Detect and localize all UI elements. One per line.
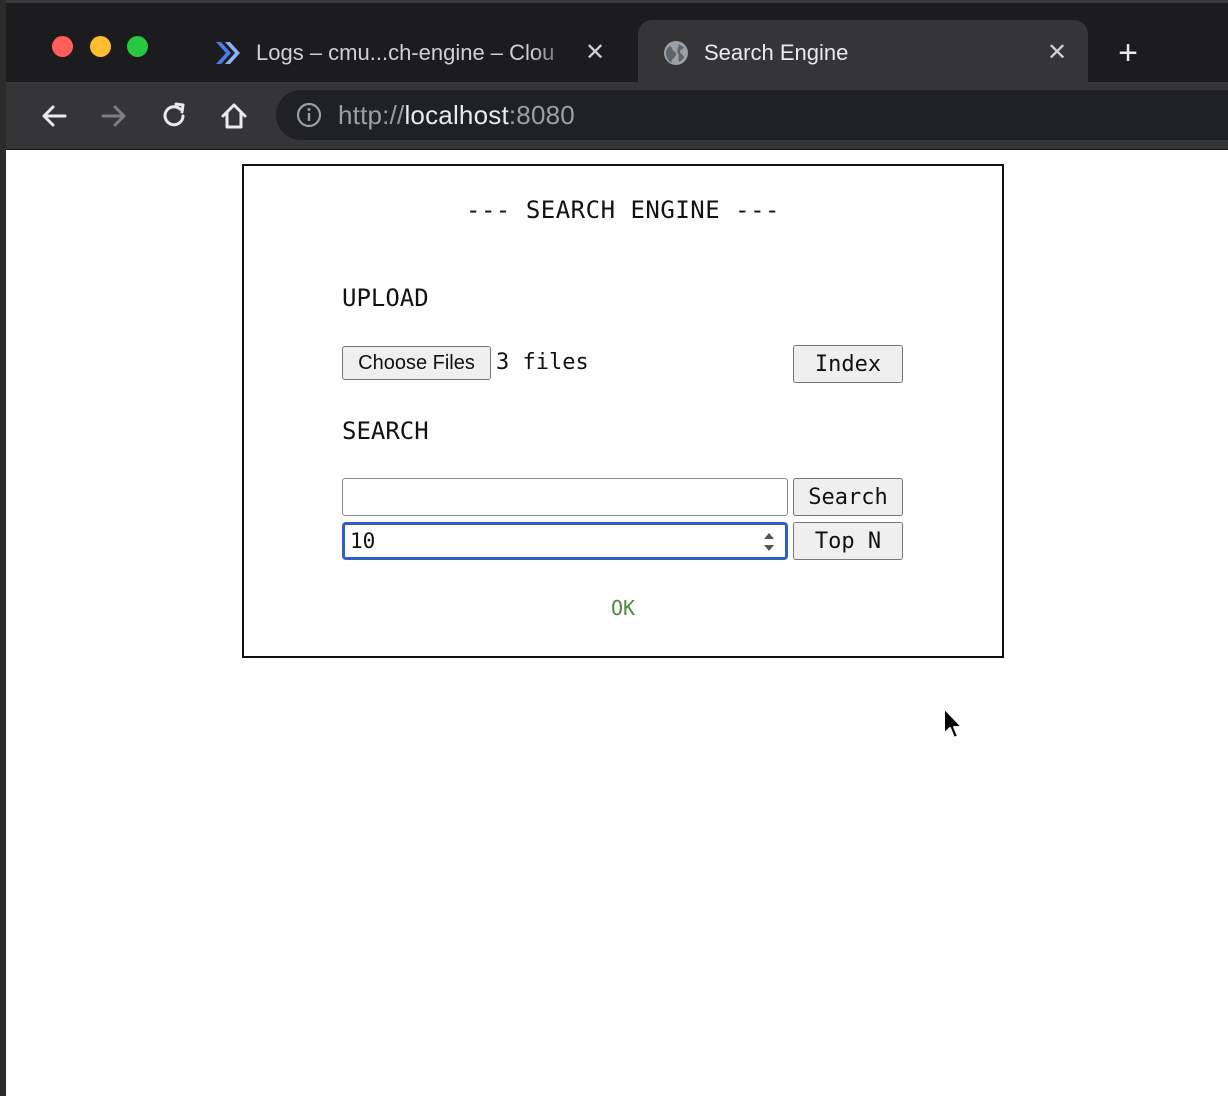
topn-value: 10 — [350, 529, 376, 553]
forward-icon[interactable] — [94, 96, 134, 136]
home-icon[interactable] — [214, 96, 254, 136]
tab-logs[interactable]: Logs – cmu...ch-engine – Clou ✕ — [196, 20, 626, 85]
tab-search-engine[interactable]: Search Engine ✕ — [638, 20, 1088, 85]
address-bar[interactable]: http://localhost:8080 — [276, 90, 1228, 140]
new-tab-button[interactable]: + — [1106, 33, 1150, 73]
topn-input[interactable]: 10 — [342, 522, 788, 560]
url-text[interactable]: http://localhost:8080 — [338, 100, 575, 131]
close-tab-icon[interactable]: ✕ — [1042, 38, 1072, 68]
minimize-window-button[interactable] — [90, 36, 111, 57]
close-window-button[interactable] — [52, 36, 73, 57]
mouse-cursor-icon — [942, 706, 966, 742]
page-viewport: --- SEARCH ENGINE --- UPLOAD Choose File… — [12, 150, 1228, 1096]
info-icon[interactable] — [294, 100, 324, 130]
upload-heading: UPLOAD — [342, 284, 429, 312]
reload-icon[interactable] — [154, 96, 194, 136]
tab-title: Logs – cmu...ch-engine – Clou — [256, 39, 555, 65]
page-title: --- SEARCH ENGINE --- — [466, 196, 780, 224]
maximize-window-button[interactable] — [127, 36, 148, 57]
search-engine-panel: --- SEARCH ENGINE --- UPLOAD Choose File… — [242, 164, 1004, 658]
tab-strip: Logs – cmu...ch-engine – Clou ✕ Search E… — [6, 0, 1228, 85]
back-icon[interactable] — [34, 96, 74, 136]
status-text: OK — [610, 596, 636, 620]
tab-title: Search Engine — [704, 39, 849, 65]
choose-files-button[interactable]: Choose Files — [342, 346, 491, 380]
search-heading: SEARCH — [342, 417, 429, 445]
cloud-run-icon — [212, 37, 244, 69]
url-host: localhost — [404, 99, 509, 130]
url-port: :8080 — [508, 99, 575, 130]
globe-icon — [660, 37, 692, 69]
browser-window: Logs – cmu...ch-engine – Clou ✕ Search E… — [0, 0, 1228, 1096]
spinner-arrows-icon[interactable] — [761, 529, 777, 555]
browser-toolbar: http://localhost:8080 — [6, 82, 1228, 150]
search-input[interactable] — [342, 478, 788, 516]
file-count-text: 3 files — [496, 350, 589, 375]
topn-button[interactable]: Top N — [793, 522, 903, 560]
close-tab-icon[interactable]: ✕ — [580, 38, 610, 68]
index-button[interactable]: Index — [793, 345, 903, 383]
search-button[interactable]: Search — [793, 478, 903, 516]
url-scheme: http:// — [338, 99, 405, 130]
